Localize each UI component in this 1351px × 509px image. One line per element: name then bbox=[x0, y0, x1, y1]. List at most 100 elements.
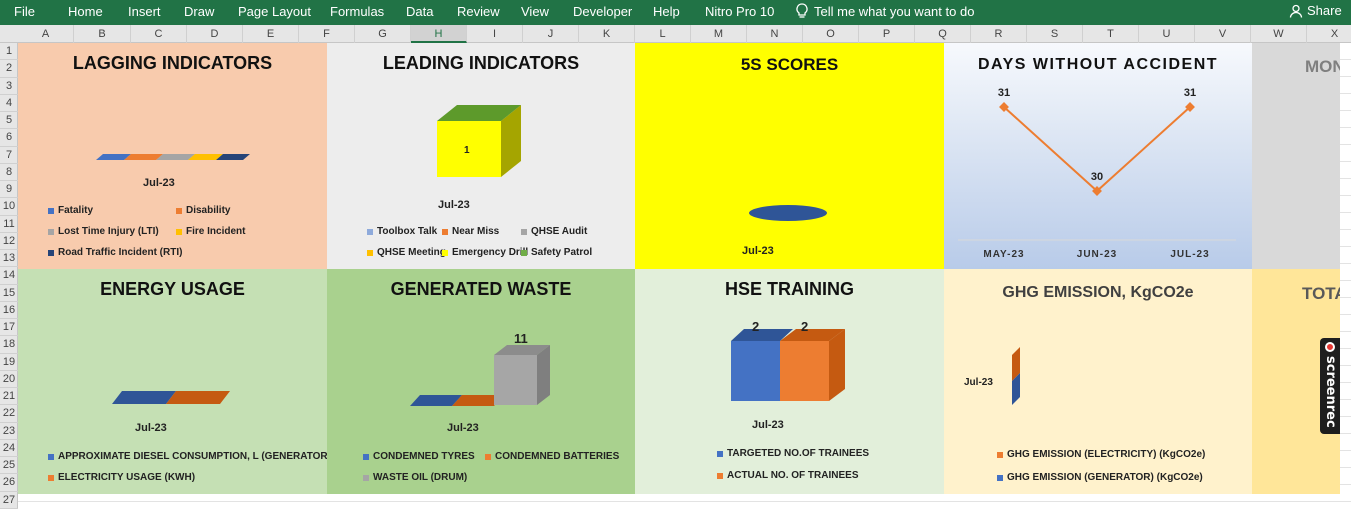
row-header-3[interactable]: 3 bbox=[0, 78, 18, 95]
lagging-indicators-panel[interactable]: LAGGING INDICATORS Jul-23 Fatality Disab… bbox=[18, 43, 327, 269]
row-header-20[interactable]: 20 bbox=[0, 371, 18, 389]
legend-swatch bbox=[521, 228, 527, 235]
row-header-1[interactable]: 1 bbox=[0, 43, 18, 61]
legend-swatch bbox=[48, 453, 54, 460]
column-header-b[interactable]: B bbox=[74, 25, 131, 43]
column-header-r[interactable]: R bbox=[971, 25, 1027, 43]
row-header-5[interactable]: 5 bbox=[0, 112, 18, 130]
row-header-14[interactable]: 14 bbox=[0, 267, 18, 285]
column-header-m[interactable]: M bbox=[691, 25, 747, 43]
legend-item: Lost Time Injury (LTI) bbox=[48, 226, 159, 237]
row-header-18[interactable]: 18 bbox=[0, 336, 18, 354]
column-header-u[interactable]: U bbox=[1139, 25, 1195, 43]
generated-waste-panel[interactable]: GENERATED WASTE 11 Jul-23 CONDEMNED TYRE… bbox=[327, 269, 635, 494]
column-header-a[interactable]: A bbox=[18, 25, 74, 43]
energy-usage-panel[interactable]: ENERGY USAGE Jul-23 APPROXIMATE DIESEL C… bbox=[18, 269, 327, 494]
screenrec-tab[interactable]: screenrec bbox=[1320, 338, 1340, 434]
column-header-q[interactable]: Q bbox=[915, 25, 971, 43]
legend-item: Safety Patrol bbox=[521, 247, 592, 258]
legend-swatch bbox=[176, 207, 182, 214]
bar-targeted bbox=[731, 341, 780, 401]
row-header-23[interactable]: 23 bbox=[0, 423, 18, 440]
legend-swatch bbox=[48, 249, 54, 256]
lagging-chart bbox=[96, 154, 250, 160]
menu-data[interactable]: Data bbox=[406, 4, 433, 19]
legend-swatch bbox=[367, 249, 373, 256]
menu-view[interactable]: View bbox=[521, 4, 549, 19]
5s-pie bbox=[749, 205, 827, 221]
menu-file[interactable]: File bbox=[14, 4, 35, 19]
5s-scores-panel[interactable]: 5S SCORES Jul-23 bbox=[635, 43, 944, 269]
column-header-o[interactable]: O bbox=[803, 25, 859, 43]
legend-item: Toolbox Talk bbox=[367, 226, 437, 237]
column-header-d[interactable]: D bbox=[187, 25, 243, 43]
row-header-27[interactable]: 27 bbox=[0, 492, 18, 509]
column-header-t[interactable]: T bbox=[1083, 25, 1139, 43]
column-header-h[interactable]: H bbox=[411, 25, 467, 43]
leading-indicators-panel[interactable]: LEADING INDICATORS 1 Jul-23 Toolbox Talk… bbox=[327, 43, 635, 269]
days-tick-label: MAY-23 bbox=[983, 249, 1024, 260]
row-header-11[interactable]: 11 bbox=[0, 216, 18, 233]
share-button[interactable]: Share bbox=[1289, 3, 1342, 18]
menu-home[interactable]: Home bbox=[68, 4, 103, 19]
legend-swatch bbox=[717, 450, 723, 457]
column-header-p[interactable]: P bbox=[859, 25, 915, 43]
column-header-k[interactable]: K bbox=[579, 25, 635, 43]
column-header-j[interactable]: J bbox=[523, 25, 579, 43]
column-header-x[interactable]: X bbox=[1307, 25, 1351, 43]
column-header-l[interactable]: L bbox=[635, 25, 691, 43]
legend-item: APPROXIMATE DIESEL CONSUMPTION, L (GENER… bbox=[48, 451, 327, 462]
column-header-c[interactable]: C bbox=[131, 25, 187, 43]
ghg-emission-panel[interactable]: GHG EMISSION, KgCO2e Jul-23 GHG EMISSION… bbox=[944, 269, 1252, 494]
row-header-12[interactable]: 12 bbox=[0, 233, 18, 251]
lagging-legend: Fatality Disability Lost Time Injury (LT… bbox=[48, 203, 318, 263]
menu-draw[interactable]: Draw bbox=[184, 4, 214, 19]
leading-period: Jul-23 bbox=[438, 199, 470, 211]
column-header-g[interactable]: G bbox=[355, 25, 411, 43]
row-header-6[interactable]: 6 bbox=[0, 129, 18, 147]
legend-swatch bbox=[442, 228, 448, 235]
menu-page-layout[interactable]: Page Layout bbox=[238, 4, 311, 19]
leading-legend: Toolbox Talk Near Miss QHSE Audit QHSE M… bbox=[367, 226, 635, 266]
row-header-19[interactable]: 19 bbox=[0, 354, 18, 371]
training-title: HSE TRAINING bbox=[724, 279, 854, 299]
column-header-w[interactable]: W bbox=[1251, 25, 1307, 43]
legend-item: TARGETED NO.OF TRAINEES bbox=[717, 448, 869, 459]
legend-swatch bbox=[997, 451, 1003, 458]
column-header-s[interactable]: S bbox=[1027, 25, 1083, 43]
row-header-26[interactable]: 26 bbox=[0, 474, 18, 492]
row-header-16[interactable]: 16 bbox=[0, 302, 18, 320]
legend-item: CONDEMNED BATTERIES bbox=[485, 451, 619, 462]
hse-training-panel[interactable]: HSE TRAINING 2 2 Jul-23 TARGETED NO.OF T… bbox=[635, 269, 944, 494]
row-header-17[interactable]: 17 bbox=[0, 319, 18, 337]
training-data-label-targeted: 2 bbox=[752, 319, 760, 334]
menu-developer[interactable]: Developer bbox=[573, 4, 632, 19]
days-without-accident-panel[interactable]: DAYS WITHOUT ACCIDENT 31 MAY-23 30 JUN-23 31… bbox=[944, 43, 1252, 269]
menu-nitro-pro[interactable]: Nitro Pro 10 bbox=[705, 4, 774, 19]
row-header-13[interactable]: 13 bbox=[0, 250, 18, 268]
row-header-21[interactable]: 21 bbox=[0, 388, 18, 406]
row-header-15[interactable]: 15 bbox=[0, 285, 18, 302]
row-header-22[interactable]: 22 bbox=[0, 405, 18, 423]
menu-review[interactable]: Review bbox=[457, 4, 500, 19]
menu-formulas[interactable]: Formulas bbox=[330, 4, 384, 19]
column-header-n[interactable]: N bbox=[747, 25, 803, 43]
menu-insert[interactable]: Insert bbox=[128, 4, 161, 19]
row-header-4[interactable]: 4 bbox=[0, 95, 18, 113]
training-period: Jul-23 bbox=[752, 419, 784, 431]
row-header-7[interactable]: 7 bbox=[0, 147, 18, 164]
row-header-9[interactable]: 9 bbox=[0, 181, 18, 199]
column-header-f[interactable]: F bbox=[299, 25, 355, 43]
row-header-25[interactable]: 25 bbox=[0, 457, 18, 475]
row-header-10[interactable]: 10 bbox=[0, 198, 18, 216]
tell-me-search[interactable]: Tell me what you want to do bbox=[796, 3, 974, 19]
row-header-2[interactable]: 2 bbox=[0, 60, 18, 78]
column-header-i[interactable]: I bbox=[467, 25, 523, 43]
column-header-v[interactable]: V bbox=[1195, 25, 1251, 43]
mon-panel[interactable]: MON bbox=[1252, 43, 1340, 269]
menu-help[interactable]: Help bbox=[653, 4, 680, 19]
column-header-e[interactable]: E bbox=[243, 25, 299, 43]
row-header-24[interactable]: 24 bbox=[0, 440, 18, 458]
column-headers: ABCDEFGHIJKLMNOPQRSTUVWX bbox=[0, 25, 1351, 43]
row-header-8[interactable]: 8 bbox=[0, 164, 18, 182]
